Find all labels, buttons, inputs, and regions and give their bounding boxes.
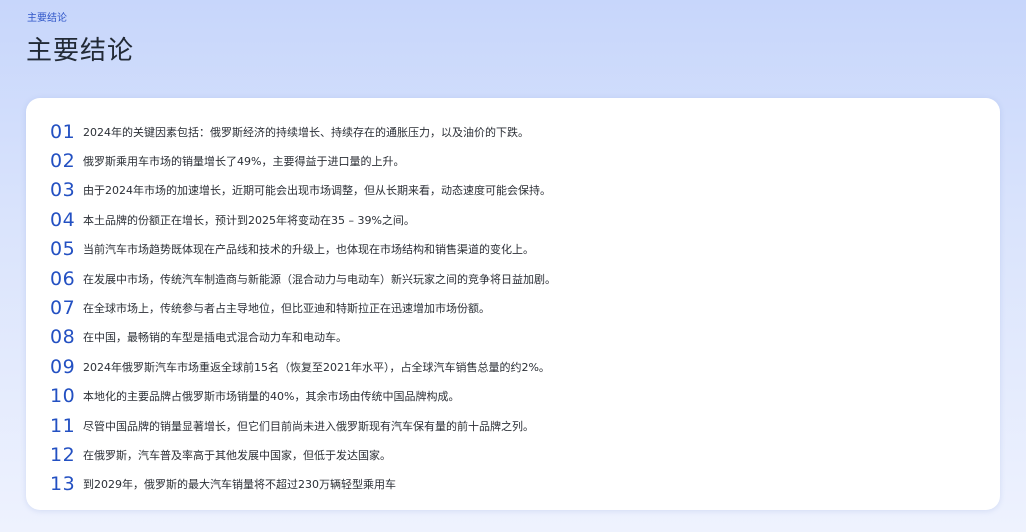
- item-text: 本地化的主要品牌占俄罗斯市场销量的40%，其余市场由传统中国品牌构成。: [83, 390, 460, 404]
- conclusion-item-03: 03 由于2024年市场的加速增长，近期可能会出现市场调整，但从长期来看，动态速…: [26, 176, 1000, 205]
- item-number: 09: [50, 355, 76, 378]
- conclusion-item-12: 12 在俄罗斯，汽车普及率高于其他发展中国家，但低于发达国家。: [26, 440, 1000, 469]
- item-number: 12: [50, 443, 76, 466]
- item-text: 在发展中市场，传统汽车制造商与新能源（混合动力与电动车）新兴玩家之间的竞争将日益…: [83, 272, 556, 286]
- conclusions-card: 01 2024年的关键因素包括：俄罗斯经济的持续增长、持续存在的通胀压力，以及油…: [26, 98, 1000, 510]
- conclusion-item-11: 11 尽管中国品牌的销量显著增长，但它们目前尚未进入俄罗斯现有汽车保有量的前十品…: [26, 411, 1000, 440]
- item-number: 03: [50, 179, 76, 202]
- item-text: 2024年的关键因素包括：俄罗斯经济的持续增长、持续存在的通胀压力，以及油价的下…: [83, 125, 529, 139]
- item-text: 俄罗斯乘用车市场的销量增长了49%，主要得益于进口量的上升。: [83, 155, 405, 169]
- item-text: 在俄罗斯，汽车普及率高于其他发展中国家，但低于发达国家。: [83, 448, 391, 462]
- item-text: 由于2024年市场的加速增长，近期可能会出现市场调整，但从长期来看，动态速度可能…: [83, 184, 551, 198]
- conclusion-item-06: 06 在发展中市场，传统汽车制造商与新能源（混合动力与电动车）新兴玩家之间的竞争…: [26, 264, 1000, 293]
- item-text: 尽管中国品牌的销量显著增长，但它们目前尚未进入俄罗斯现有汽车保有量的前十品牌之列…: [83, 419, 534, 433]
- conclusion-item-01: 01 2024年的关键因素包括：俄罗斯经济的持续增长、持续存在的通胀压力，以及油…: [26, 117, 1000, 146]
- item-number: 13: [50, 473, 76, 496]
- page-title: 主要结论: [26, 36, 135, 66]
- item-number: 11: [50, 414, 76, 437]
- conclusion-item-05: 05 当前汽车市场趋势既体现在产品线和技术的升级上，也体现在市场结构和销售渠道的…: [26, 235, 1000, 264]
- item-number: 08: [50, 326, 76, 349]
- item-number: 10: [50, 385, 76, 408]
- item-number: 02: [50, 150, 76, 173]
- item-text: 当前汽车市场趋势既体现在产品线和技术的升级上，也体现在市场结构和销售渠道的变化上…: [83, 243, 534, 257]
- conclusion-item-10: 10 本地化的主要品牌占俄罗斯市场销量的40%，其余市场由传统中国品牌构成。: [26, 382, 1000, 411]
- item-number: 04: [50, 208, 76, 231]
- conclusion-item-07: 07 在全球市场上，传统参与者占主导地位，但比亚迪和特斯拉正在迅速增加市场份额。: [26, 293, 1000, 322]
- section-eyebrow: 主要结论: [27, 13, 67, 24]
- item-number: 07: [50, 297, 76, 320]
- conclusion-item-09: 09 2024年俄罗斯汽车市场重返全球前15名（恢复至2021年水平），占全球汽…: [26, 352, 1000, 381]
- conclusion-item-02: 02 俄罗斯乘用车市场的销量增长了49%，主要得益于进口量的上升。: [26, 146, 1000, 175]
- item-number: 05: [50, 238, 76, 261]
- item-text: 在全球市场上，传统参与者占主导地位，但比亚迪和特斯拉正在迅速增加市场份额。: [83, 302, 490, 316]
- item-text: 在中国，最畅销的车型是插电式混合动力车和电动车。: [83, 331, 347, 345]
- conclusion-item-08: 08 在中国，最畅销的车型是插电式混合动力车和电动车。: [26, 323, 1000, 352]
- conclusion-item-13: 13 到2029年，俄罗斯的最大汽车销量将不超过230万辆轻型乘用车: [26, 470, 1000, 499]
- conclusion-item-04: 04 本土品牌的份额正在增长，预计到2025年将变动在35 – 39%之间。: [26, 205, 1000, 234]
- item-text: 到2029年，俄罗斯的最大汽车销量将不超过230万辆轻型乘用车: [83, 478, 396, 492]
- item-number: 06: [50, 267, 76, 290]
- item-text: 2024年俄罗斯汽车市场重返全球前15名（恢复至2021年水平），占全球汽车销售…: [83, 360, 550, 374]
- item-number: 01: [50, 120, 76, 143]
- item-text: 本土品牌的份额正在增长，预计到2025年将变动在35 – 39%之间。: [83, 213, 415, 227]
